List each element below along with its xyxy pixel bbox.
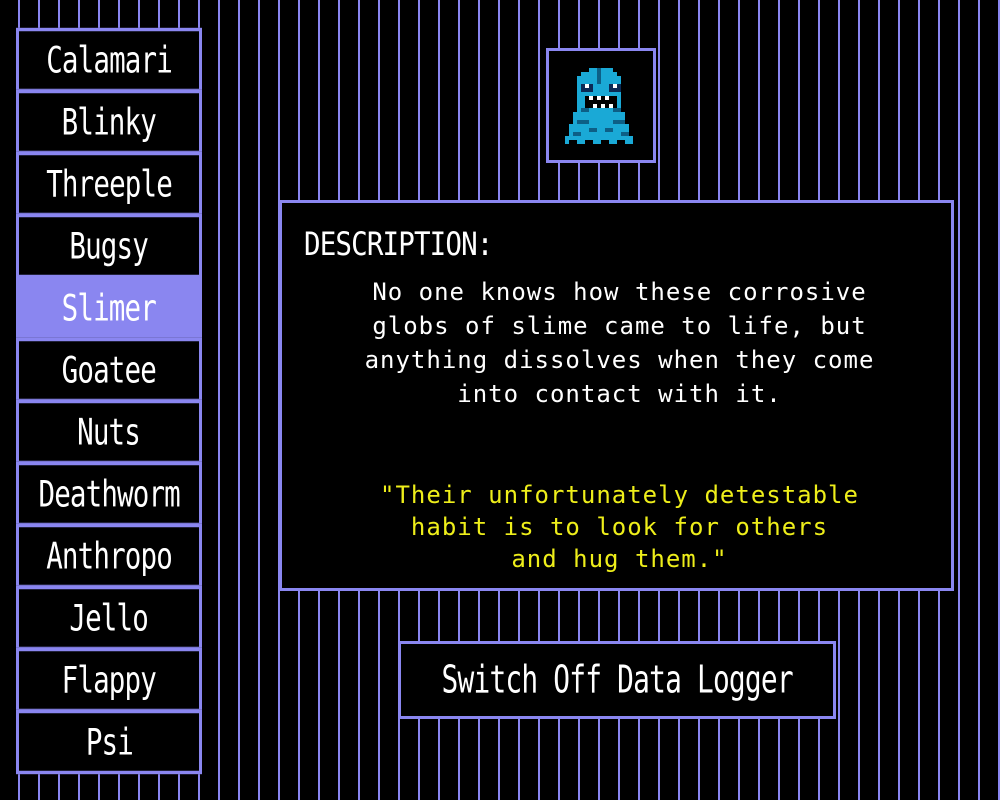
creature-portrait [546,48,656,163]
roster-item-threeple[interactable]: Threeple [16,151,202,217]
roster-item-bugsy[interactable]: Bugsy [16,213,202,279]
roster-item-blinky[interactable]: Blinky [16,89,202,155]
description-line: globs of slime came to life, but [372,312,867,340]
roster-item-slimer[interactable]: Slimer [16,275,202,341]
switch-off-button-label: Switch Off Data Logger [441,657,793,703]
roster-item-deathworm[interactable]: Deathworm [16,461,202,527]
roster-item-goatee[interactable]: Goatee [16,337,202,403]
description-body: No one knows how these corrosive globs o… [282,275,957,411]
description-line: No one knows how these corrosive [372,278,867,306]
roster-item-psi[interactable]: Psi [16,709,202,775]
description-line: anything dissolves when they come [364,346,875,374]
description-quote: "Their unfortunately detestable habit is… [282,479,957,575]
roster-item-label: Psi [85,720,133,764]
roster-item-label: Calamari [46,38,173,82]
roster-item-label: Flappy [61,658,157,702]
roster-item-label: Threeple [46,162,173,206]
roster-item-label: Blinky [61,100,157,144]
description-heading: DESCRIPTION: [304,225,493,263]
roster-item-jello[interactable]: Jello [16,585,202,651]
quote-line: habit is to look for others [410,513,829,541]
description-panel: DESCRIPTION: No one knows how these corr… [279,200,954,591]
switch-off-data-logger-button[interactable]: Switch Off Data Logger [398,641,836,719]
slime-creature-icon [565,67,633,144]
roster-item-label: Slimer [61,286,157,330]
roster-item-calamari[interactable]: Calamari [16,27,202,93]
roster-item-label: Anthropo [46,534,173,578]
roster-item-label: Nuts [77,410,142,454]
roster-item-nuts[interactable]: Nuts [16,399,202,465]
quote-line: and hug them." [511,545,728,573]
description-line: into contact with it. [457,380,782,408]
roster-item-label: Goatee [61,348,157,392]
roster-item-label: Deathworm [38,472,180,516]
roster-item-flappy[interactable]: Flappy [16,647,202,713]
roster-item-label: Bugsy [69,224,149,268]
roster-item-label: Jello [69,596,149,640]
quote-line: "Their unfortunately detestable [380,481,859,509]
roster-item-anthropo[interactable]: Anthropo [16,523,202,589]
